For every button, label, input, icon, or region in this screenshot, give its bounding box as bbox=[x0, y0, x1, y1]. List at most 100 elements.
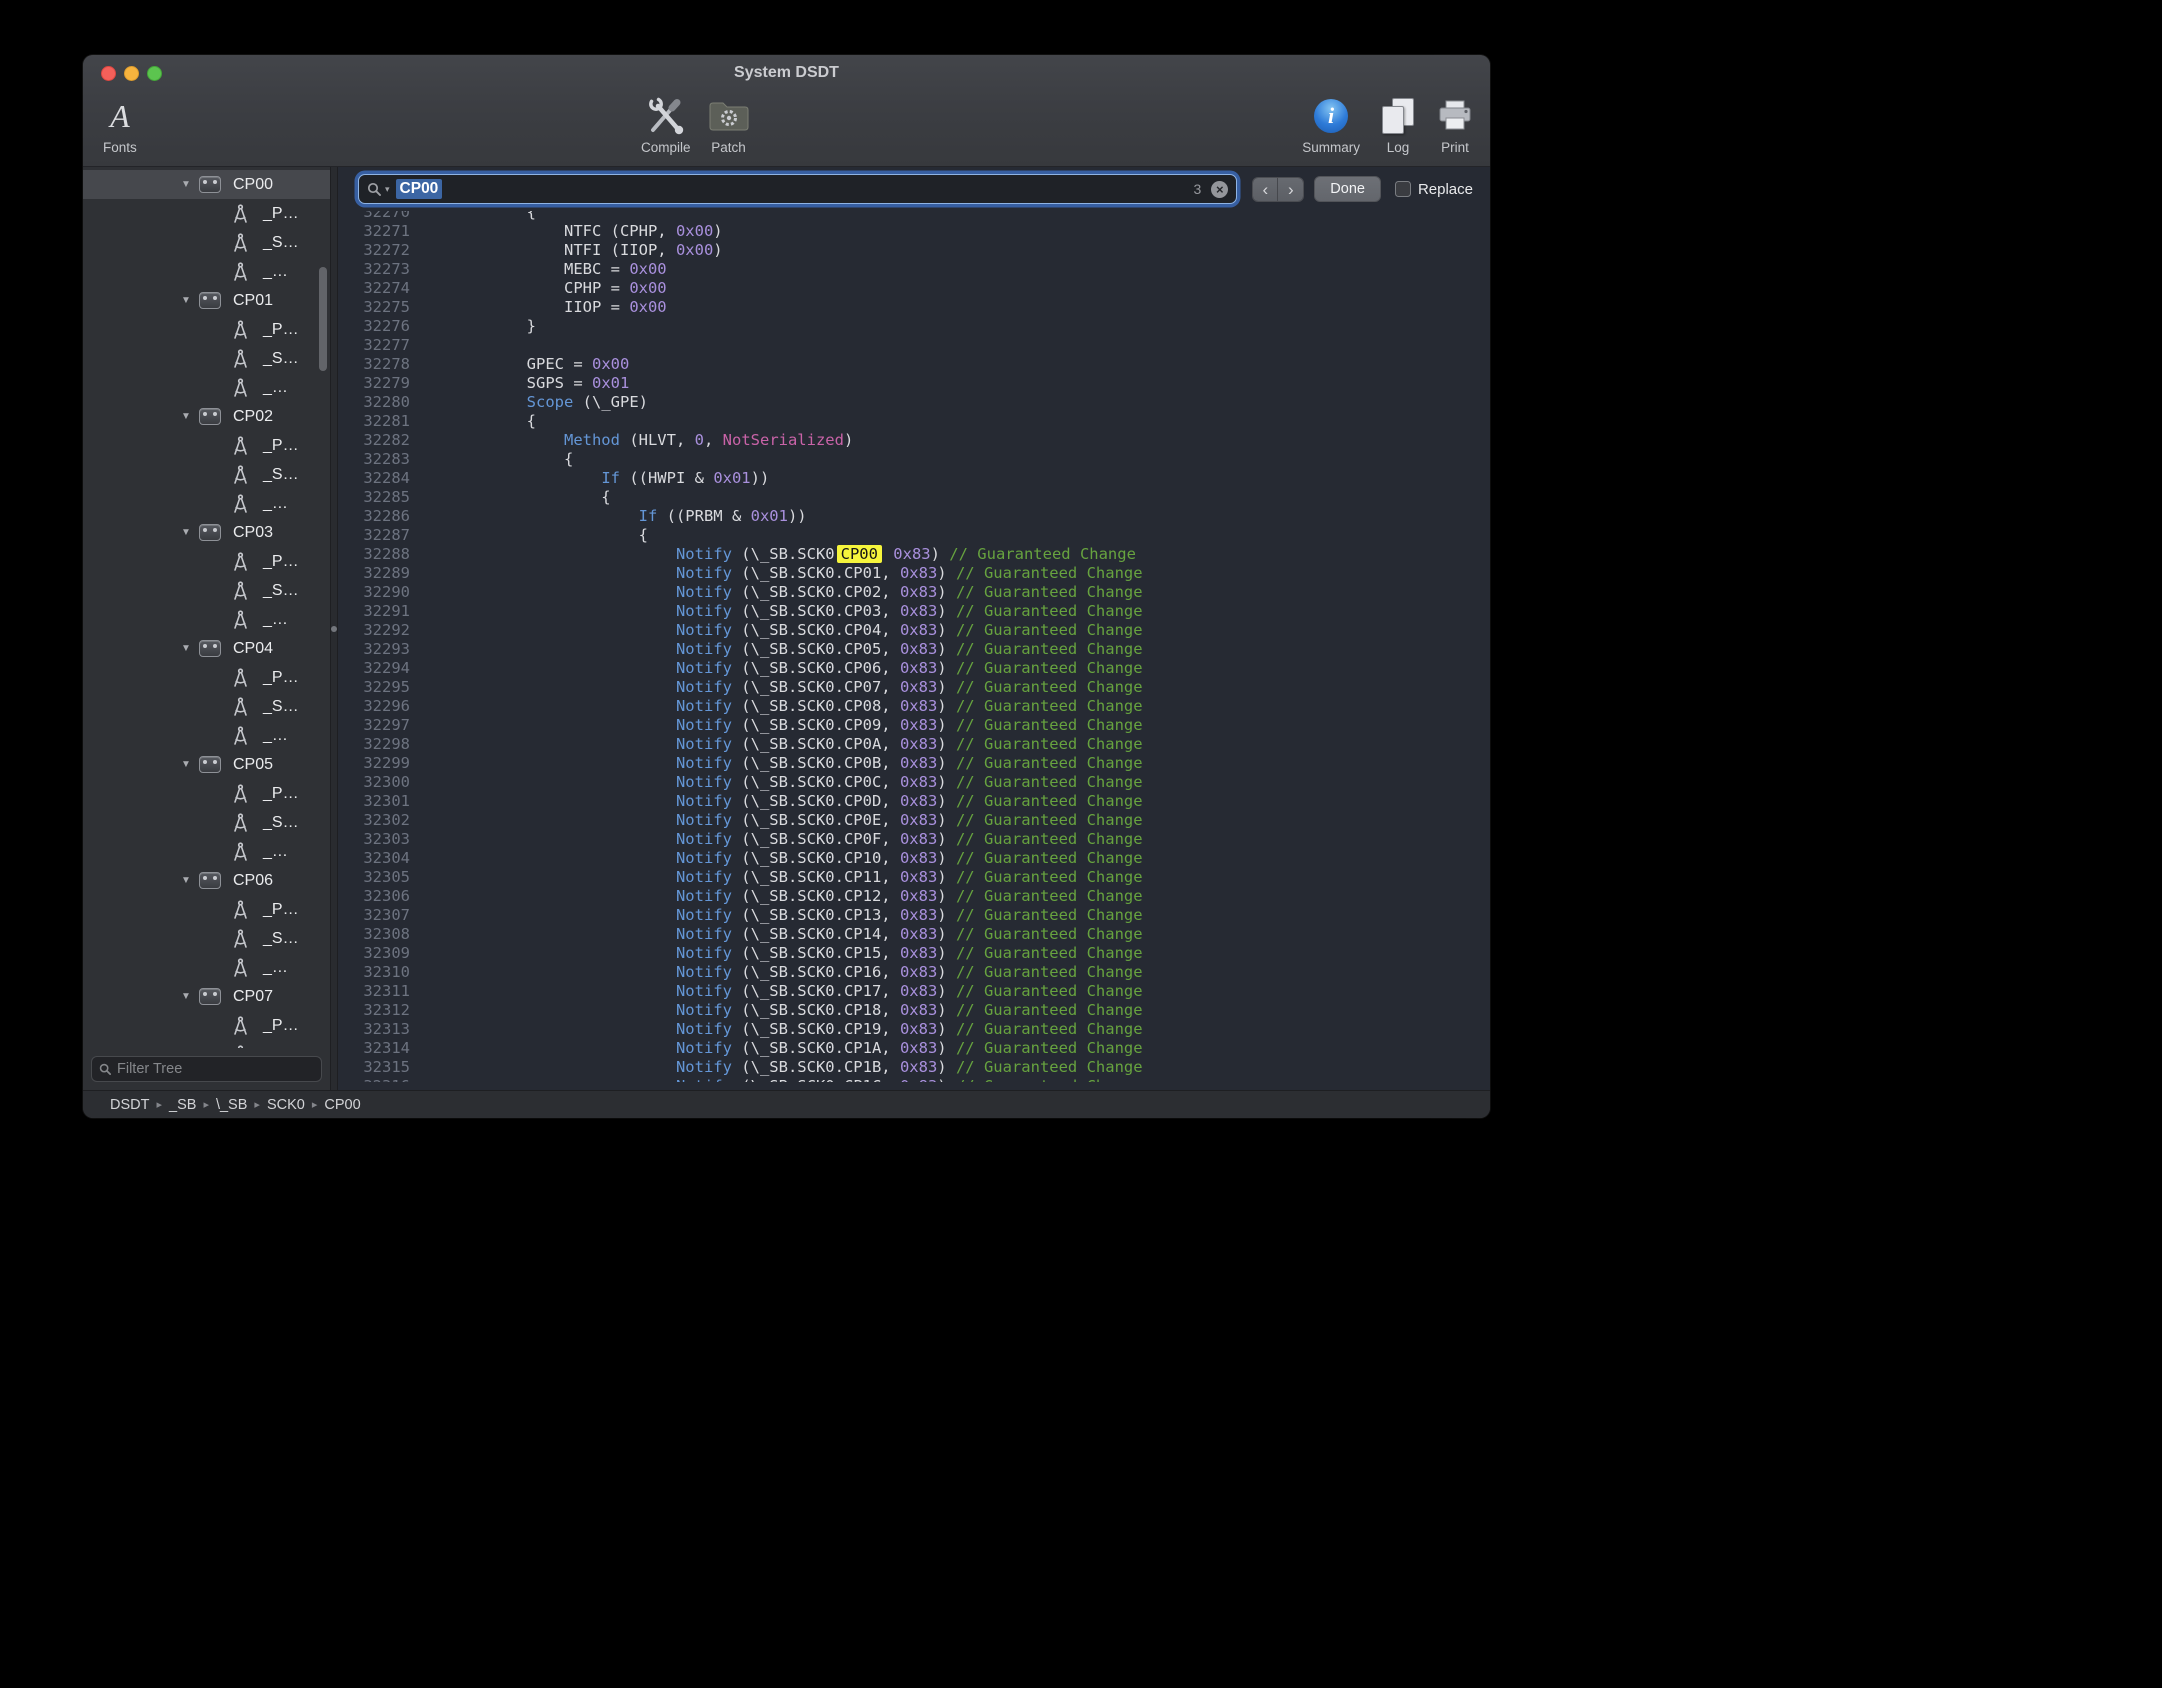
disclosure-triangle-icon[interactable]: ▼ bbox=[181, 875, 199, 886]
tree-subitem[interactable]: _S… bbox=[83, 576, 330, 605]
disclosure-triangle-icon[interactable]: ▼ bbox=[181, 411, 199, 422]
printer-icon bbox=[1436, 95, 1474, 137]
code-token: Notify bbox=[676, 583, 732, 601]
minimize-button[interactable] bbox=[124, 66, 139, 81]
tree-subitem[interactable]: _… bbox=[83, 605, 330, 634]
tree-item-cp00[interactable]: ▼CP00 bbox=[83, 170, 330, 199]
disclosure-triangle-icon[interactable]: ▼ bbox=[181, 295, 199, 306]
disclosure-triangle-icon[interactable]: ▼ bbox=[181, 179, 199, 190]
line-number: 32288 bbox=[338, 545, 410, 564]
tree-item-cp03[interactable]: ▼CP03 bbox=[83, 518, 330, 547]
code-text: { bbox=[410, 412, 536, 431]
tree-subitem[interactable]: _S… bbox=[83, 344, 330, 373]
line-number: 32310 bbox=[338, 963, 410, 982]
log-button[interactable]: Log bbox=[1380, 95, 1416, 155]
code-token: ) bbox=[931, 545, 950, 563]
code-area[interactable]: 32270 {32271 NTFC (CPHP, 0x00)32272 NTFI… bbox=[338, 203, 1490, 1082]
breadcrumb-item[interactable]: CP00 bbox=[324, 1097, 360, 1113]
tree-subitem[interactable]: _P… bbox=[83, 895, 330, 924]
tree-item-cp02[interactable]: ▼CP02 bbox=[83, 402, 330, 431]
tree-item-label: _… bbox=[263, 495, 288, 513]
tree-subitem[interactable]: _… bbox=[83, 489, 330, 518]
code-token: ) bbox=[937, 982, 956, 1000]
disclosure-triangle-icon[interactable]: ▼ bbox=[181, 759, 199, 770]
code-token: (\_SB.SCK0.CP0A, bbox=[732, 735, 900, 753]
code-token: Notify bbox=[676, 640, 732, 658]
tree-item-label: _… bbox=[263, 727, 288, 745]
scope-icon bbox=[199, 640, 221, 657]
breadcrumb-item[interactable]: \_SB bbox=[216, 1097, 247, 1113]
method-compass-icon bbox=[231, 900, 249, 920]
tree-item-cp01[interactable]: ▼CP01 bbox=[83, 286, 330, 315]
done-button[interactable]: Done bbox=[1314, 176, 1381, 202]
code-token: Notify bbox=[676, 545, 732, 563]
code-token: (\_SB.SCK0 bbox=[732, 545, 835, 563]
code-token bbox=[452, 849, 676, 867]
replace-checkbox[interactable] bbox=[1395, 181, 1411, 197]
code-token bbox=[884, 545, 893, 563]
clear-search-button[interactable]: × bbox=[1211, 181, 1228, 198]
tree-subitem[interactable]: _S… bbox=[83, 808, 330, 837]
tree-subitem[interactable]: _… bbox=[83, 721, 330, 750]
print-button[interactable]: Print bbox=[1436, 95, 1474, 155]
code-token: 0x83 bbox=[900, 621, 937, 639]
tree-subitem[interactable]: _S… bbox=[83, 924, 330, 953]
line-number: 32302 bbox=[338, 811, 410, 830]
breadcrumb-item[interactable]: DSDT bbox=[110, 1097, 149, 1113]
tree-subitem[interactable]: _S… bbox=[83, 1040, 330, 1048]
tree-subitem[interactable]: _P… bbox=[83, 315, 330, 344]
search-icon bbox=[367, 182, 381, 196]
code-token: GPEC = bbox=[452, 355, 592, 373]
tree-subitem[interactable]: _S… bbox=[83, 228, 330, 257]
tree-subitem[interactable]: _P… bbox=[83, 199, 330, 228]
tree-subitem[interactable]: _P… bbox=[83, 663, 330, 692]
tree-item-cp07[interactable]: ▼CP07 bbox=[83, 982, 330, 1011]
tree-subitem[interactable]: _P… bbox=[83, 431, 330, 460]
titlebar[interactable]: System DSDT bbox=[83, 55, 1490, 91]
tree-subitem[interactable]: _S… bbox=[83, 692, 330, 721]
tree-item-label: _S… bbox=[263, 582, 299, 600]
filter-tree-input[interactable]: Filter Tree bbox=[91, 1056, 322, 1082]
breadcrumb-separator-icon: ▸ bbox=[312, 1098, 318, 1111]
line-number: 32304 bbox=[338, 849, 410, 868]
search-options-chevron-icon[interactable]: ▾ bbox=[385, 184, 390, 195]
tree-subitem[interactable]: _P… bbox=[83, 779, 330, 808]
compile-button[interactable]: Compile bbox=[641, 95, 691, 155]
find-previous-button[interactable]: ‹ bbox=[1253, 178, 1278, 201]
tree-subitem[interactable]: _S… bbox=[83, 460, 330, 489]
tree-subitem[interactable]: _P… bbox=[83, 1011, 330, 1040]
tree-subitem[interactable]: _… bbox=[83, 257, 330, 286]
tree-subitem[interactable]: _… bbox=[83, 953, 330, 982]
close-button[interactable] bbox=[101, 66, 116, 81]
splitter[interactable] bbox=[330, 167, 338, 1090]
tree-subitem[interactable]: _P… bbox=[83, 547, 330, 576]
code-token: (\_SB.SCK0.CP0B, bbox=[732, 754, 900, 772]
code-token: Notify bbox=[676, 887, 732, 905]
code-token: // Guaranteed Change bbox=[956, 1001, 1143, 1019]
tree-subitem[interactable]: _… bbox=[83, 373, 330, 402]
code-token bbox=[452, 925, 676, 943]
code-token: 0x83 bbox=[900, 716, 937, 734]
disclosure-triangle-icon[interactable]: ▼ bbox=[181, 527, 199, 538]
disclosure-triangle-icon[interactable]: ▼ bbox=[181, 991, 199, 1002]
tree-item-cp06[interactable]: ▼CP06 bbox=[83, 866, 330, 895]
tree-item-cp05[interactable]: ▼CP05 bbox=[83, 750, 330, 779]
code-token: 0x01 bbox=[713, 469, 750, 487]
zoom-button[interactable] bbox=[147, 66, 162, 81]
tree-subitem[interactable]: _… bbox=[83, 837, 330, 866]
breadcrumb-item[interactable]: SCK0 bbox=[267, 1097, 305, 1113]
find-next-button[interactable]: › bbox=[1278, 178, 1303, 201]
patch-button[interactable]: Patch bbox=[707, 95, 751, 155]
code-text: Notify (\_SB.SCK0.CP18, 0x83) // Guarant… bbox=[410, 1001, 1143, 1020]
code-token: // Guaranteed Change bbox=[956, 811, 1143, 829]
sidebar-scrollbar[interactable] bbox=[319, 267, 327, 371]
tree-item-cp04[interactable]: ▼CP04 bbox=[83, 634, 330, 663]
code-line: 32282 Method (HLVT, 0, NotSerialized) bbox=[338, 431, 1490, 450]
summary-button[interactable]: i Summary bbox=[1302, 95, 1360, 155]
method-compass-icon bbox=[231, 958, 249, 978]
find-input[interactable]: ▾ CP00 3 × bbox=[358, 174, 1237, 204]
breadcrumb-item[interactable]: _SB bbox=[169, 1097, 196, 1113]
fonts-button[interactable]: A Fonts bbox=[103, 95, 137, 155]
code-token: 0x83 bbox=[900, 868, 937, 886]
disclosure-triangle-icon[interactable]: ▼ bbox=[181, 643, 199, 654]
